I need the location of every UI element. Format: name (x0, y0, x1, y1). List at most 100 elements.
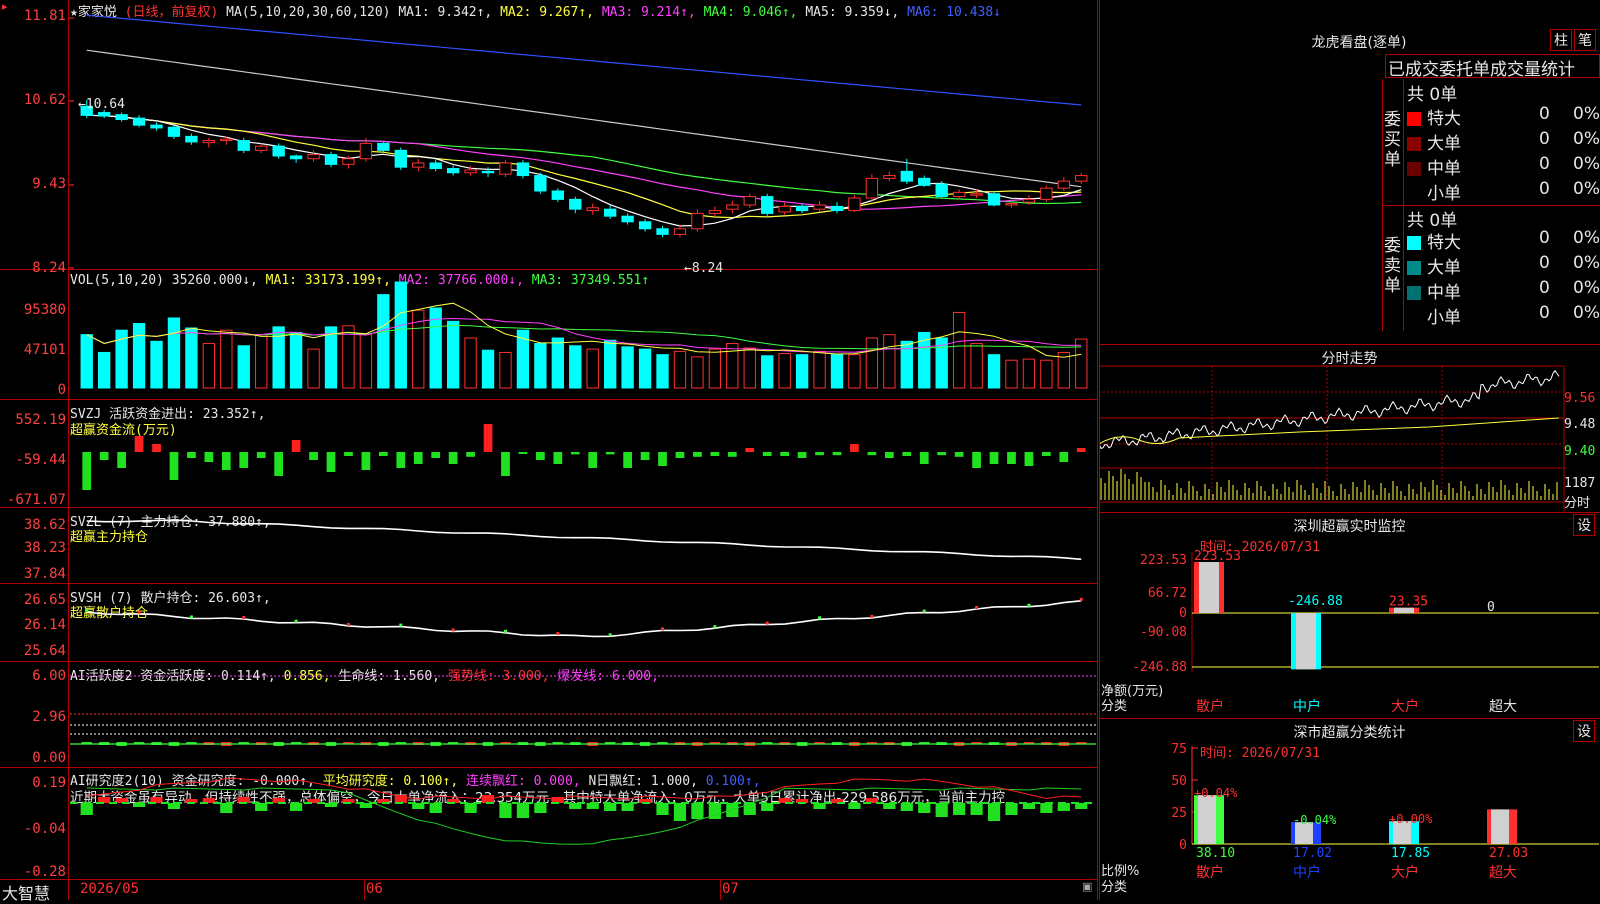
size-color-swatch (1407, 286, 1421, 300)
candle-body (98, 112, 111, 117)
fund-flow-bar (309, 452, 318, 460)
fund-flow-bar (902, 452, 912, 456)
svzj-panel[interactable]: SVZJ 活跃资金进出: 23.352↑, 超赢资金流(万元) 552.19 -… (0, 400, 1098, 508)
candlestick-chart[interactable] (0, 0, 1098, 270)
fund-flow-bar (1024, 452, 1034, 466)
candle-body (865, 177, 879, 199)
volume-bar (952, 311, 966, 389)
candle-body (952, 191, 966, 198)
buy-row-2[interactable]: 中单 (1407, 154, 1461, 179)
research-bar (604, 803, 617, 811)
sell-row-3[interactable]: 小单 (1407, 303, 1461, 328)
candle-body (150, 124, 163, 129)
lock-icon[interactable]: ▣ (1082, 880, 1092, 893)
tick-view-button[interactable]: 笔 (1574, 29, 1596, 51)
minute-chart[interactable] (1099, 344, 1600, 512)
class-value-label: 27.03 (1489, 846, 1528, 861)
sell-row-0[interactable]: 特大 (1407, 228, 1461, 253)
retail-marker (713, 625, 717, 629)
fund-flow-bar (117, 452, 126, 468)
class-axis-label: 0 (1179, 838, 1187, 853)
fund-flow-bar (850, 444, 859, 452)
retail-marker (975, 605, 979, 609)
ai-activity-panel[interactable]: AI活跃度2 资金活跃度: 0.114↑, 0.856, 生命线: 1.560,… (0, 662, 1098, 768)
retail-marker (1079, 597, 1083, 601)
right-panel: 龙虎看盘(逐单) 柱 笔 已成交委托单成交量统计 委买单 委卖单 共 0单 特大… (1099, 0, 1600, 900)
class-panel[interactable]: 深市超赢分类统计 设 时间: 2026/07/31 75 50 25 0 +0.04% 3… (1099, 718, 1600, 900)
ai-activity-chart[interactable] (0, 662, 1098, 768)
class-category-label: 中户 (1293, 864, 1321, 881)
size-count: 0 (1539, 179, 1550, 199)
class-chart[interactable]: 75 50 25 0 +0.04% 38.10 散户 -0.04% 17.02 中户 +0.00% 1… (1099, 718, 1600, 900)
volume-bar (220, 329, 233, 389)
minute-price-line (1099, 369, 1560, 450)
class-category-label: 超大 (1489, 865, 1517, 881)
fund-flow-bar (99, 452, 109, 460)
candle-body (289, 155, 303, 160)
size-label: 特大 (1427, 233, 1461, 253)
volume-bar (708, 348, 722, 389)
retail-marker (189, 615, 193, 619)
size-percent: 0% (1573, 154, 1600, 174)
monitor-chart[interactable]: 223.53 66.72 0 -90.08 -246.88 223.53 -246.88 23… (1099, 512, 1600, 718)
minute-panel[interactable]: 分时走势 9.56 9.48 9.40 1187 分时 (1099, 344, 1600, 513)
sell-row-2[interactable]: 中单 (1407, 278, 1461, 303)
retail-marker (137, 610, 141, 614)
ai-research-chart[interactable] (0, 768, 1098, 880)
monitor-axis-label: 66.72 (1148, 586, 1187, 601)
minute-axis-label: 9.48 (1564, 417, 1596, 432)
svzl-chart[interactable] (0, 508, 1098, 584)
price-panel[interactable]: ▸ ★家家悦 (日线，前复权) MA(5,10,20,30,60,120) MA… (0, 0, 1098, 276)
ai-research-panel[interactable]: AI研究度2(10) 资金研究度: -0.000↑, 平均研究度: 0.100↑… (0, 768, 1098, 880)
vol-ma1-line (86, 302, 1082, 358)
volume-bar (970, 343, 983, 389)
size-percent: 0% (1573, 253, 1600, 273)
candle-body (255, 145, 268, 151)
sell-row-1[interactable]: 大单 (1407, 253, 1461, 278)
volume-bar (656, 354, 669, 389)
monitor-panel[interactable]: 深圳超赢实时监控 设 时间: 2026/07/31 223.53 66.72 0 -9… (1099, 512, 1600, 719)
candle-body (900, 170, 913, 182)
stat-tab-title[interactable]: 已成交委托单成交量统计 (1385, 54, 1600, 78)
buy-row-3[interactable]: 小单 (1407, 179, 1461, 204)
class-xlabel: 分类 (1101, 880, 1128, 895)
fund-flow-bar (413, 452, 423, 464)
ma6-line (86, 14, 1082, 106)
candle-body (638, 221, 652, 230)
class-pct-label: +0.04% (1194, 786, 1238, 800)
volume-bar (446, 320, 460, 389)
research-bar (1057, 803, 1070, 811)
monitor-bar-label: -246.88 (1288, 594, 1343, 609)
svzl-panel[interactable]: SVZL (7) 主力持仓: 37.880↑, 超赢主力持仓 38.62 38.… (0, 508, 1098, 584)
svsh-chart[interactable] (0, 584, 1098, 662)
svsh-panel[interactable]: SVSH (7) 散户持仓: 26.603↑, 超赢散户持仓 26.65 26.… (0, 584, 1098, 662)
minute-vol-label: 1187 (1564, 476, 1596, 491)
buy-row-1[interactable]: 大单 (1407, 129, 1461, 154)
volume-panel[interactable]: VOL(5,10,20) 35260.000↓, MA1: 33173.199↑… (0, 270, 1098, 400)
size-label: 中单 (1427, 159, 1461, 179)
size-color-swatch (1407, 311, 1421, 325)
volume-bar (865, 337, 879, 389)
size-label: 小单 (1427, 308, 1461, 328)
candle-body (534, 175, 547, 192)
fund-flow-bar (221, 452, 231, 470)
y-axis-divider (68, 0, 69, 900)
candle-body (377, 142, 390, 151)
candle-body (394, 149, 407, 168)
fund-flow-bar (675, 452, 685, 458)
candle-body (237, 140, 250, 151)
candle-body (167, 126, 181, 137)
svzj-chart[interactable] (0, 400, 1098, 508)
research-bar (953, 803, 966, 815)
volume-chart[interactable] (0, 270, 1098, 400)
bar-view-button[interactable]: 柱 (1550, 29, 1572, 51)
candle-body (761, 196, 774, 214)
date-label: 2026/05 (80, 881, 140, 897)
candle-body (726, 204, 739, 210)
size-percent: 0% (1573, 129, 1600, 149)
volume-bar (726, 343, 739, 389)
candle-body (307, 154, 320, 160)
candle-body (778, 205, 791, 213)
buy-row-0[interactable]: 特大 (1407, 104, 1461, 129)
volume-bar (795, 354, 809, 389)
